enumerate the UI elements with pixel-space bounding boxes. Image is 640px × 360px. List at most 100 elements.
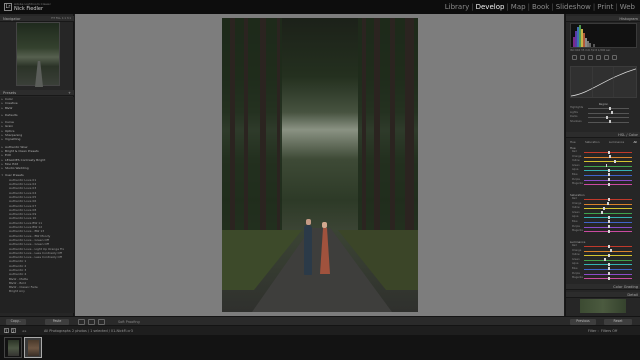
soft-proofing-checkbox[interactable]: Soft Proofing (118, 320, 140, 324)
hsl-slider-thumb[interactable] (608, 253, 610, 257)
hsl-slider-thumb[interactable] (608, 272, 610, 276)
hsl-slider-thumb[interactable] (608, 197, 610, 201)
hsl-slider-label: Yellow (572, 253, 580, 257)
hsl-slider-track[interactable] (584, 212, 632, 214)
hsl-section-saturation: Saturation Red Orange Yellow Green Aqua Blue Pu… (570, 193, 637, 234)
hsl-header[interactable]: HSL / Color (566, 132, 640, 138)
hsl-slider-thumb[interactable] (608, 178, 610, 182)
hsl-slider-thumb[interactable] (608, 173, 610, 177)
module-book[interactable]: Book (531, 3, 550, 11)
preset-item[interactable]: Bright Airy (0, 289, 74, 293)
grid-view-icon[interactable]: ◂ ▸ (22, 329, 26, 333)
hsl-slider-track[interactable] (584, 165, 632, 167)
hsl-slider-thumb[interactable] (608, 182, 610, 186)
filmstrip-header: 1 2 ◂ ▸ All Photographs 2 photos / 1 sel… (0, 326, 640, 335)
hsl-slider-thumb[interactable] (610, 249, 613, 253)
hsl-slider-thumb[interactable] (608, 150, 610, 154)
detail-preview[interactable] (580, 299, 626, 313)
copy-settings-button[interactable]: Copy... (6, 319, 26, 325)
navigator-preview[interactable] (16, 22, 60, 87)
hsl-slider-thumb[interactable] (605, 164, 608, 168)
tone-slider-thumb[interactable] (608, 120, 611, 123)
hsl-slider-thumb[interactable] (600, 211, 603, 215)
module-map[interactable]: Map (510, 3, 527, 11)
hsl-tab-all[interactable]: All (634, 140, 637, 144)
hsl-slider-track[interactable] (584, 250, 632, 252)
source-label[interactable]: All Photographs (44, 329, 71, 333)
crop-tool-icon[interactable] (572, 55, 577, 60)
hsl-slider-row[interactable]: Magenta (570, 276, 637, 281)
hsl-slider-thumb[interactable] (608, 276, 610, 280)
filmstrip-thumb[interactable] (4, 337, 22, 358)
filmstrip-thumb-selected[interactable] (24, 337, 42, 358)
tone-slider-row[interactable]: Shadows (570, 120, 637, 125)
hsl-slider-label: Aqua (572, 168, 579, 172)
hsl-slider-thumb[interactable] (608, 220, 610, 224)
hsl-slider-thumb[interactable] (608, 155, 611, 159)
hsl-slider-thumb[interactable] (608, 215, 610, 219)
hsl-slider-label: Blue (572, 172, 578, 176)
tone-slider-thumb[interactable] (610, 111, 613, 114)
hsl-section-luminance: Luminance Red Orange Yellow Green Aqua Blue Pur… (570, 240, 637, 281)
paste-settings-button[interactable]: Paste (45, 319, 69, 325)
tone-slider-track[interactable] (588, 112, 629, 114)
histogram[interactable] (570, 23, 637, 48)
brush-icon[interactable] (612, 55, 617, 60)
hsl-slider-thumb[interactable] (608, 168, 610, 172)
bottom-toolbar: Copy... Paste Soft Proofing Previous Res… (0, 316, 640, 326)
tone-slider-track[interactable] (588, 117, 629, 118)
module-slideshow[interactable]: Slideshow (555, 3, 592, 11)
gradient-icon[interactable] (604, 55, 609, 60)
add-preset-icon[interactable]: + (68, 91, 71, 95)
hsl-slider-thumb[interactable] (608, 225, 610, 229)
hsl-slider-label: Magenta (572, 276, 583, 280)
page-2-icon[interactable]: 2 (11, 328, 16, 334)
reset-button[interactable]: Reset (604, 319, 632, 325)
color-grading-label: Color Grading (613, 284, 638, 289)
previous-button[interactable]: Previous (570, 319, 596, 325)
swap-icon[interactable] (98, 319, 105, 325)
view-mode-icon[interactable] (78, 319, 85, 325)
hsl-slider-label: Magenta (572, 182, 583, 186)
tone-slider-thumb[interactable] (608, 106, 611, 110)
hsl-slider-thumb[interactable] (608, 244, 610, 248)
image-canvas[interactable] (75, 14, 564, 316)
hsl-slider-thumb[interactable] (603, 206, 605, 210)
hsl-slider-thumb[interactable] (613, 159, 616, 163)
presets-header[interactable]: Presets + (0, 90, 74, 96)
before-after-icon[interactable] (88, 319, 95, 325)
tone-slider-label: Shadows (570, 119, 582, 123)
hsl-slider-thumb[interactable] (604, 258, 606, 262)
hsl-tab-luminance[interactable]: Luminance (609, 140, 624, 144)
hsl-tab-saturation[interactable]: Saturation (585, 140, 600, 144)
hsl-slider-row[interactable]: Magenta (570, 182, 637, 187)
hsl-slider-track[interactable] (584, 208, 632, 210)
hsl-slider-track[interactable] (584, 161, 632, 163)
module-library[interactable]: Library (444, 3, 470, 11)
hsl-tab-hue[interactable]: Hue (570, 140, 576, 144)
navigator-zoom-options[interactable]: FIT FILL 1:1 3:1 (51, 17, 71, 20)
hsl-slider-thumb[interactable] (608, 262, 610, 266)
hsl-slider-row[interactable]: Magenta (570, 229, 637, 234)
module-develop[interactable]: Develop (475, 3, 506, 11)
hsl-slider-label: Purple (572, 224, 580, 228)
color-grading-header[interactable]: Color Grading (566, 284, 640, 290)
red-eye-icon[interactable] (588, 55, 593, 60)
tone-slider-thumb[interactable] (606, 115, 609, 119)
module-web[interactable]: Web (619, 3, 636, 11)
spot-removal-icon[interactable] (580, 55, 585, 60)
masking-icon[interactable] (596, 55, 601, 60)
tone-curve[interactable] (570, 66, 637, 98)
hsl-slider-thumb[interactable] (608, 267, 610, 271)
hsl-slider-track[interactable] (584, 259, 632, 261)
hsl-slider-thumb[interactable] (608, 229, 610, 233)
histogram-header[interactable]: Histogram (566, 16, 640, 22)
page-1-icon[interactable]: 1 (4, 328, 9, 334)
module-print[interactable]: Print (596, 3, 614, 11)
hsl-slider-label: Orange (572, 248, 582, 252)
detail-header[interactable]: Detail (566, 292, 640, 298)
hsl-slider-label: Red (572, 197, 577, 200)
hsl-slider-thumb[interactable] (607, 202, 609, 206)
filter-dropdown[interactable]: Filters Off (601, 329, 617, 333)
main-photo[interactable] (222, 18, 418, 312)
